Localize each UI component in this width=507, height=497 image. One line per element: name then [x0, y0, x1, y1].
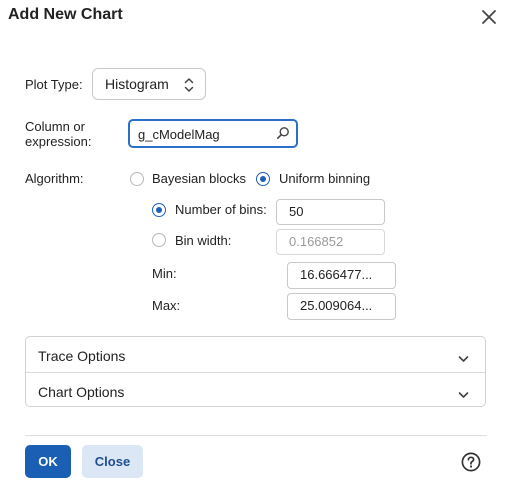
number-of-bins-label[interactable]: Number of bins:	[175, 202, 267, 217]
min-label: Min:	[152, 266, 177, 281]
chevron-down-icon	[458, 386, 469, 398]
options-accordion: Trace Options Chart Options	[25, 336, 486, 407]
close-icon[interactable]	[478, 6, 500, 28]
plot-type-select[interactable]: Histogram	[92, 68, 206, 100]
dialog-title: Add New Chart	[8, 6, 123, 23]
add-chart-dialog: Add New Chart Plot Type: Histogram Colum…	[0, 0, 507, 497]
uniform-binning-label[interactable]: Uniform binning	[279, 171, 370, 186]
column-expression-value: g_cModelMag	[138, 127, 220, 142]
chart-options-label: Chart Options	[38, 384, 125, 400]
number-of-bins-input[interactable]: 50	[276, 199, 385, 225]
column-label-line2: expression:	[25, 134, 92, 149]
max-label: Max:	[152, 298, 181, 313]
column-label-line1: Column or	[25, 119, 85, 134]
trace-options-section[interactable]: Trace Options	[26, 337, 485, 372]
ok-button[interactable]: OK	[25, 445, 71, 478]
algorithm-label: Algorithm:	[25, 171, 84, 186]
min-input[interactable]: 16.666477...	[287, 262, 396, 289]
close-button[interactable]: Close	[82, 445, 143, 478]
search-icon[interactable]	[276, 126, 290, 140]
bin-width-input[interactable]: 0.166852	[276, 229, 385, 255]
uniform-binning-radio[interactable]	[256, 172, 270, 186]
bayesian-blocks-label[interactable]: Bayesian blocks	[152, 171, 246, 186]
help-icon[interactable]	[461, 452, 481, 472]
chevron-up-down-icon	[183, 76, 195, 94]
plot-type-label: Plot Type:	[25, 77, 83, 92]
max-input[interactable]: 25.009064...	[287, 293, 396, 320]
trace-options-label: Trace Options	[38, 348, 126, 364]
chevron-down-icon	[458, 350, 469, 362]
plot-type-value: Histogram	[105, 76, 169, 92]
chart-options-section[interactable]: Chart Options	[26, 373, 485, 408]
bin-width-label[interactable]: Bin width:	[175, 233, 231, 248]
column-expression-input[interactable]: g_cModelMag	[128, 119, 298, 148]
footer-divider	[25, 435, 487, 436]
number-of-bins-radio[interactable]	[152, 203, 166, 217]
bayesian-blocks-radio[interactable]	[130, 172, 144, 186]
bin-width-radio[interactable]	[152, 233, 166, 247]
